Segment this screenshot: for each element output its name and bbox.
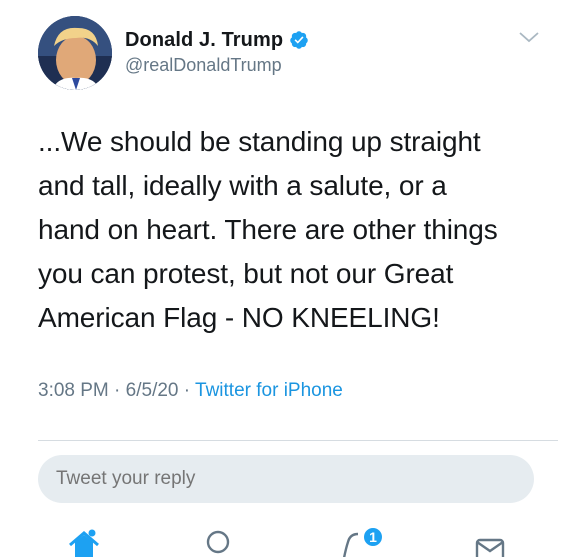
notification-badge: 1	[362, 526, 384, 548]
meta-separator: ·	[178, 380, 196, 401]
home-icon[interactable]	[66, 528, 102, 557]
mail-icon[interactable]	[474, 528, 506, 557]
chevron-down-icon[interactable]	[518, 30, 540, 44]
reply-input[interactable]	[38, 455, 534, 503]
search-icon[interactable]	[204, 528, 234, 557]
name-row: Donald J. Trump	[125, 28, 309, 52]
display-name[interactable]: Donald J. Trump	[125, 29, 283, 52]
bottom-tab-bar	[0, 520, 574, 557]
avatar-image	[38, 16, 112, 90]
tweet-detail-page: Donald J. Trump @realDonaldTrump ...We s…	[0, 0, 574, 557]
tweet-time[interactable]: 3:08 PM	[38, 380, 109, 401]
avatar[interactable]	[38, 16, 112, 90]
verified-badge-icon	[290, 31, 308, 49]
divider	[38, 440, 558, 441]
handle[interactable]: @realDonaldTrump	[125, 55, 309, 76]
tweet-text: ...We should be standing up straight and…	[38, 126, 498, 333]
tweet-header: Donald J. Trump @realDonaldTrump	[38, 16, 548, 92]
author-block[interactable]: Donald J. Trump @realDonaldTrump	[125, 28, 309, 76]
tweet-meta: 3:08 PM · 6/5/20 · Twitter for iPhone	[38, 380, 343, 402]
meta-separator: ·	[108, 380, 126, 401]
tweet-source-link[interactable]: Twitter for iPhone	[195, 380, 343, 401]
tweet-date[interactable]: 6/5/20	[126, 380, 179, 401]
